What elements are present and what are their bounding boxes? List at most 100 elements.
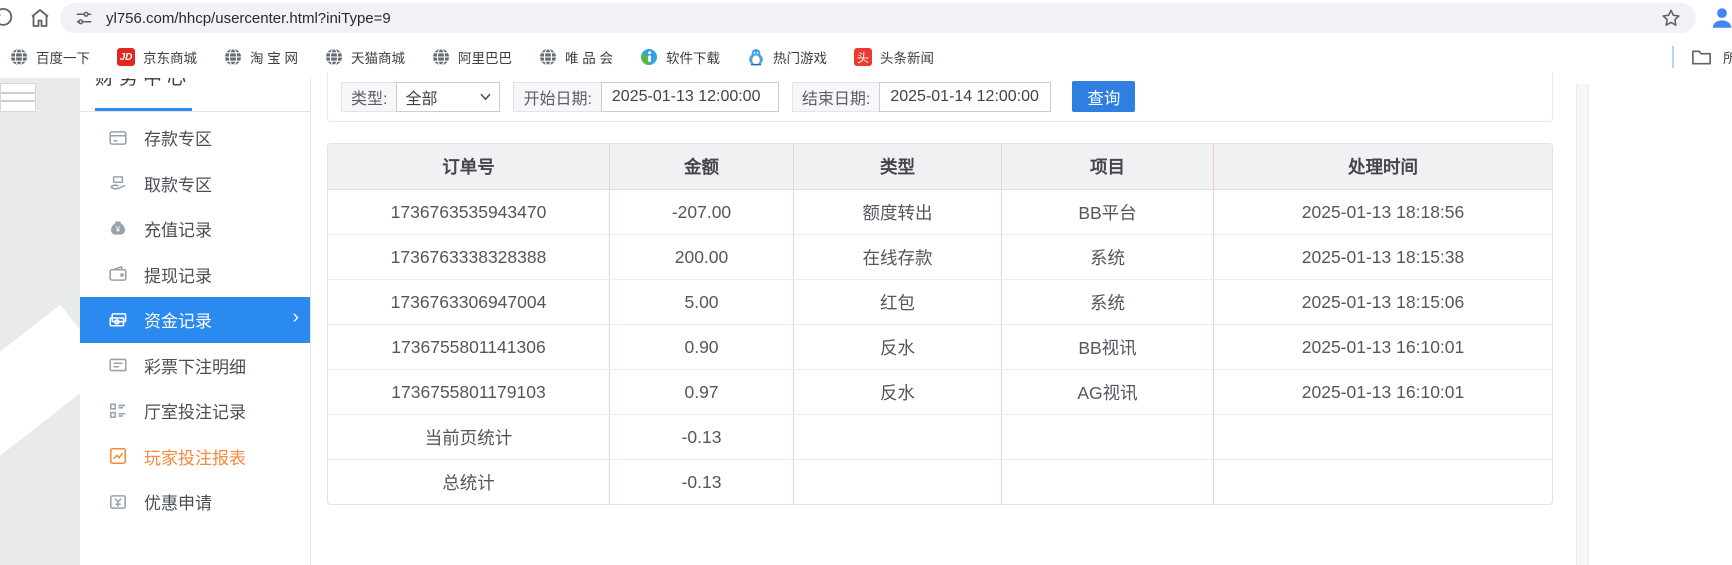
- table-cell: [1001, 460, 1213, 504]
- table-cell: [1001, 415, 1213, 459]
- moneybag-icon: ¥: [108, 219, 128, 239]
- bookmark-item[interactable]: 头头条新闻: [854, 47, 934, 67]
- sidebar-item-promo-application[interactable]: 优惠申请: [80, 479, 310, 525]
- table-cell: [793, 415, 1001, 459]
- sidebar-item-label: 资金记录: [144, 307, 212, 332]
- table-cell: AG视讯: [1001, 370, 1213, 414]
- page-left-margin: [0, 78, 80, 565]
- sidebar-item-withdraw-zone[interactable]: 取款专区: [80, 161, 310, 207]
- table-header-cell: 处理时间: [1213, 144, 1552, 189]
- table-cell: 1736763306947004: [328, 280, 609, 324]
- type-label: 类型:: [341, 82, 396, 112]
- grid-icon: [108, 401, 128, 421]
- main-content: 类型: 全部 开始日期: 结束日期: 查询 订单号金额类型项目处理时间 1736…: [327, 78, 1553, 565]
- bookmark-label: 热门游戏: [773, 47, 827, 67]
- table-cell: 0.97: [609, 370, 793, 414]
- all-bookmarks-label[interactable]: 所: [1723, 47, 1732, 67]
- end-date-label: 结束日期:: [792, 82, 879, 112]
- sidebar-section-tab[interactable]: 财务中心: [80, 78, 310, 112]
- bookmark-label: 淘 宝 网: [250, 47, 298, 67]
- withdraw-hand-icon: [108, 173, 128, 193]
- sidebar-item-lottery-bet-details[interactable]: 彩票下注明细: [80, 343, 310, 389]
- list-icon: [108, 355, 128, 375]
- bookmark-label: 阿里巴巴: [458, 47, 512, 67]
- table-cell: 2025-01-13 16:10:01: [1213, 325, 1552, 369]
- address-bar[interactable]: yl756.com/hhcp/usercenter.html?iniType=9: [60, 3, 1696, 33]
- bookmark-item[interactable]: 软件下载: [640, 47, 720, 67]
- home-icon[interactable]: [28, 6, 52, 30]
- sidebar-item-player-bet-report[interactable]: 玩家投注报表: [80, 434, 310, 480]
- records-table: 订单号金额类型项目处理时间 1736763535943470-207.00额度转…: [327, 143, 1553, 505]
- bookmark-item[interactable]: 百度一下: [10, 47, 90, 67]
- table-cell: 1736755801141306: [328, 325, 609, 369]
- table-cell: 反水: [793, 370, 1001, 414]
- sidebar-item-hall-bet-records[interactable]: 厅室投注记录: [80, 388, 310, 434]
- table-cell: 1736763535943470: [328, 190, 609, 234]
- profile-avatar[interactable]: [1709, 5, 1732, 31]
- table-cell: -0.13: [609, 460, 793, 504]
- site-settings-icon[interactable]: [74, 8, 94, 28]
- svg-text:¥: ¥: [115, 224, 121, 234]
- sidebar-item-funds-records[interactable]: 资金记录›: [80, 297, 310, 343]
- table-cell: 系统: [1001, 280, 1213, 324]
- bookmark-label: 天猫商城: [351, 47, 405, 67]
- bookmark-item[interactable]: JD 京东商城: [117, 47, 197, 67]
- table-cell: 2025-01-13 16:10:01: [1213, 370, 1552, 414]
- bookmark-item[interactable]: 天猫商城: [325, 47, 405, 67]
- coupon-icon: [108, 492, 128, 512]
- bookmark-item[interactable]: 淘 宝 网: [224, 47, 298, 67]
- page-scrollbar[interactable]: [1576, 84, 1589, 565]
- url-text[interactable]: yl756.com/hhcp/usercenter.html?iniType=9: [106, 10, 1660, 27]
- filter-bar: 类型: 全部 开始日期: 结束日期: 查询: [327, 72, 1553, 122]
- table-cell: -207.00: [609, 190, 793, 234]
- table-row: 17367633069470045.00红包系统2025-01-13 18:15…: [328, 279, 1552, 324]
- table-body: 1736763535943470-207.00额度转出BB平台2025-01-1…: [328, 189, 1552, 504]
- browser-window: yl756.com/hhcp/usercenter.html?iniType=9…: [0, 0, 1732, 565]
- sidebar-item-withdrawal-records[interactable]: 提现记录: [80, 252, 310, 298]
- sidebar-item-label: 充值记录: [144, 216, 212, 241]
- bookmark-item[interactable]: 唯 品 会: [539, 47, 613, 67]
- table-row: 1736763535943470-207.00额度转出BB平台2025-01-1…: [328, 189, 1552, 234]
- toutiao-icon: 头: [854, 48, 872, 66]
- bookmark-label: 软件下载: [666, 47, 720, 67]
- table-cell: 2025-01-13 18:15:06: [1213, 280, 1552, 324]
- table-cell: 额度转出: [793, 190, 1001, 234]
- table-cell: 总统计: [328, 460, 609, 504]
- globe-icon: [10, 48, 28, 66]
- table-cell: 5.00: [609, 280, 793, 324]
- query-button[interactable]: 查询: [1072, 81, 1135, 112]
- table-cell: 0.90: [609, 325, 793, 369]
- type-select-value: 全部: [405, 85, 437, 109]
- table-cell: 红包: [793, 280, 1001, 324]
- table-cell: 1736755801179103: [328, 370, 609, 414]
- folder-icon[interactable]: [1690, 46, 1713, 69]
- background-card-decoration: [0, 83, 36, 112]
- bookmark-item[interactable]: 热门游戏: [747, 47, 827, 67]
- table-cell: [1213, 415, 1552, 459]
- deposit-card-icon: [108, 128, 128, 148]
- sidebar: 财务中心 存款专区取款专区 ¥ 充值记录提现记录资金记录› 彩票下注明细厅室投注记录玩…: [80, 78, 311, 565]
- background-diagonal-decoration: [0, 305, 80, 466]
- table-header-cell: 项目: [1001, 144, 1213, 189]
- bookmark-star-icon[interactable]: [1660, 7, 1682, 29]
- penguin-icon: [747, 48, 765, 66]
- bookmark-label: 京东商城: [143, 47, 197, 67]
- sidebar-item-deposit-zone[interactable]: 存款专区: [80, 115, 310, 161]
- bookmark-label: 百度一下: [36, 47, 90, 67]
- start-date-input[interactable]: [601, 82, 779, 112]
- sidebar-item-label: 彩票下注明细: [144, 353, 246, 378]
- table-header-row: 订单号金额类型项目处理时间: [328, 144, 1552, 189]
- reload-icon[interactable]: [0, 6, 15, 30]
- bookmark-item[interactable]: 阿里巴巴: [432, 47, 512, 67]
- end-date-input[interactable]: [879, 82, 1051, 112]
- table-row: 1736763338328388200.00在线存款系统2025-01-13 1…: [328, 234, 1552, 279]
- sidebar-item-recharge-records[interactable]: ¥ 充值记录: [80, 206, 310, 252]
- table-header-cell: 类型: [793, 144, 1001, 189]
- jd-icon: JD: [117, 48, 135, 66]
- bookmark-label: 唯 品 会: [565, 47, 613, 67]
- sidebar-item-label: 取款专区: [144, 171, 212, 196]
- wallet-icon: [108, 264, 128, 284]
- type-select[interactable]: 全部: [396, 82, 500, 112]
- chevron-down-icon: [480, 93, 491, 101]
- table-cell: 1736763338328388: [328, 235, 609, 279]
